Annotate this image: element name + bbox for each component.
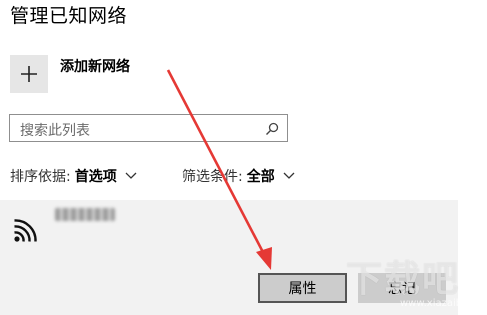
sort-value: 首选项	[74, 169, 117, 185]
properties-button[interactable]: 属性	[258, 273, 347, 303]
wifi-icon	[13, 217, 39, 247]
network-name-blurred	[55, 208, 115, 221]
plus-icon[interactable]	[10, 55, 48, 93]
chevron-down-icon	[125, 172, 137, 180]
search-placeholder: 搜索此列表	[20, 123, 90, 139]
add-network-label: 添加新网络	[60, 59, 130, 75]
filter-value: 全部	[246, 169, 275, 185]
page-title: 管理已知网络	[10, 5, 128, 27]
chevron-down-icon	[283, 172, 295, 180]
filter-dropdown[interactable]: 筛选条件: 全部	[182, 166, 295, 186]
watermark-url: www.xiazaiba.com	[400, 298, 487, 309]
sort-label: 排序依据:	[10, 169, 71, 185]
properties-label: 属性	[288, 281, 317, 297]
add-network-button[interactable]: 添加新网络	[10, 55, 130, 93]
watermark-logo: 下载吧	[346, 259, 461, 300]
search-icon[interactable]	[265, 121, 279, 140]
search-input[interactable]: 搜索此列表	[9, 114, 288, 142]
sort-dropdown[interactable]: 排序依据: 首选项	[10, 166, 137, 186]
filter-label: 筛选条件:	[182, 169, 243, 185]
